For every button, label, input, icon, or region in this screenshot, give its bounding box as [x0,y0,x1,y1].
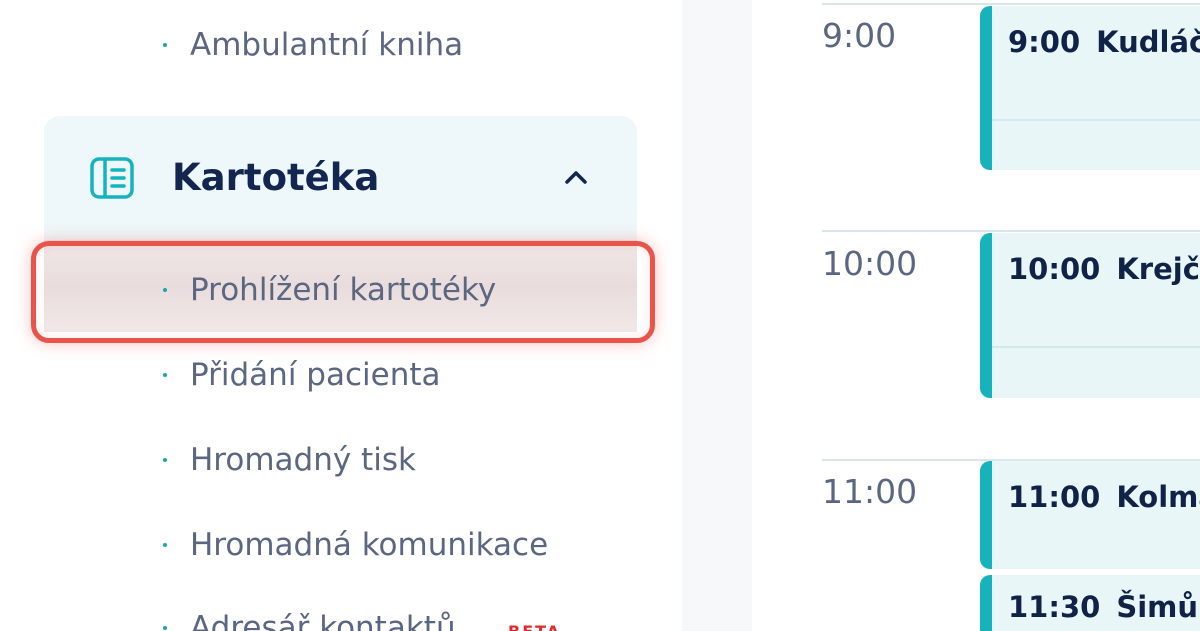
appointment-card[interactable]: 11:30 Šimůns [980,575,1200,631]
sidebar-item-prohlizeni-kartoteky[interactable]: Prohlížení kartotéky [0,270,682,310]
hour-divider [822,230,1200,232]
appointment-text: 11:30 Šimůns [1008,587,1200,627]
hour-label: 9:00 [822,16,897,55]
sidebar-item-label: Hromadná komunikace [190,527,549,563]
appointment-card[interactable]: 9:00 Kudláč [980,6,1200,170]
bullet-icon [163,373,167,377]
sidebar: Ambulantní kniha Kartotéka Prohlížení ka… [0,0,682,631]
chevron-up-icon[interactable] [562,166,590,188]
beta-badge: BETA [508,622,561,631]
appointment-time: 11:00 [1008,480,1101,514]
sidebar-item-label: Ambulantní kniha [190,27,464,63]
sidebar-item-pridani-pacienta[interactable]: Přidání pacienta [0,355,682,395]
card-file-icon [90,157,134,199]
appointment-patient: Krejčí [1116,252,1200,286]
appointment-time: 10:00 [1008,252,1101,286]
panel-gutter [682,0,752,631]
hour-divider [822,3,1200,5]
sidebar-item-label: Prohlížení kartotéky [190,272,497,308]
sidebar-item-label: Adresář kontaktů [190,610,456,631]
appointment-text: 10:00 Krejčí [1008,249,1200,289]
bullet-icon [163,288,167,292]
slot-divider [992,119,1200,121]
sidebar-item-hromadny-tisk[interactable]: Hromadný tisk [0,440,682,480]
bullet-icon [163,543,167,547]
appointment-card[interactable]: 10:00 Krejčí [980,233,1200,398]
sidebar-item-adresar-kontaktu[interactable]: Adresář kontaktů [0,608,682,631]
hour-label: 10:00 [822,244,918,283]
sidebar-item-label: Přidání pacienta [190,357,441,393]
appointment-text: 11:00 Kolma [1008,477,1200,517]
slot-divider [992,346,1200,348]
appointment-time: 11:30 [1008,590,1101,624]
appointment-time: 9:00 [1008,25,1081,59]
sidebar-item-ambulantni-kniha[interactable]: Ambulantní kniha [0,25,682,65]
appointment-card[interactable]: 11:00 Kolma [980,461,1200,569]
hour-label: 11:00 [822,472,918,511]
bullet-icon [163,626,167,630]
bullet-icon [163,458,167,462]
appointment-patient: Kudláč [1096,25,1200,59]
appointment-text: 9:00 Kudláč [1008,22,1200,62]
sidebar-item-label: Hromadný tisk [190,442,416,478]
bullet-icon [163,43,167,47]
appointment-patient: Kolma [1116,480,1200,514]
sidebar-group-title: Kartotéka [172,156,380,199]
calendar-day-view: 9:00 10:00 11:00 9:00Kudláč 10:00Krejčí … [752,0,1200,631]
appointment-patient: Šimůns [1116,590,1200,624]
sidebar-item-hromadna-komunikace[interactable]: Hromadná komunikace [0,525,682,565]
